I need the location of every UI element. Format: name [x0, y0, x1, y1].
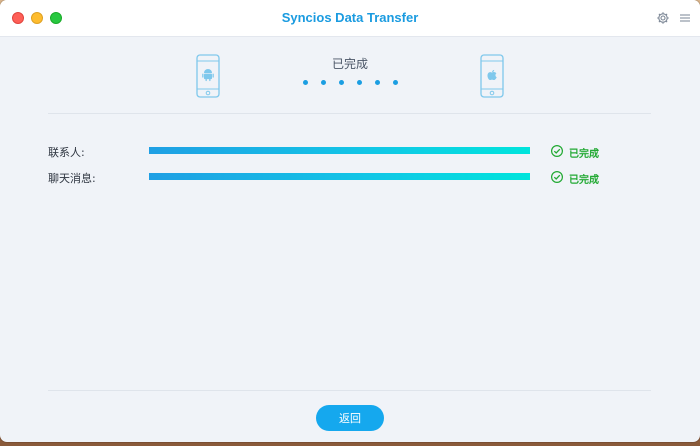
- gear-icon[interactable]: [656, 11, 670, 25]
- progress-dot: [303, 80, 308, 85]
- title-bar: Syncios Data Transfer: [0, 0, 700, 37]
- apple-phone-icon: [480, 54, 504, 98]
- progress-dot: [357, 80, 362, 85]
- app-window: Syncios Data Transfer 已完成 联系人: 已完成 聊天消息:…: [0, 0, 700, 442]
- chat-messages-progress-fill: [149, 173, 530, 180]
- check-circle-icon: [551, 171, 563, 183]
- app-title: Syncios Data Transfer: [281, 10, 419, 25]
- progress-dot: [339, 80, 344, 85]
- back-button[interactable]: 返回: [316, 405, 384, 431]
- android-phone-icon: [196, 54, 220, 98]
- chat-messages-label: 聊天消息:: [48, 172, 96, 185]
- progress-dot: [321, 80, 326, 85]
- hamburger-menu-icon[interactable]: [678, 11, 692, 25]
- progress-dot: [393, 80, 398, 85]
- top-divider: [48, 113, 651, 114]
- bottom-divider: [48, 390, 651, 391]
- contacts-label: 联系人:: [48, 146, 85, 159]
- chat-messages-status: 已完成: [569, 175, 599, 186]
- chat-messages-progress-bar: [149, 173, 530, 180]
- transfer-status-title: 已完成: [331, 57, 368, 71]
- transfer-progress-dots: [303, 80, 399, 86]
- contacts-status: 已完成: [569, 149, 599, 160]
- progress-dot: [375, 80, 380, 85]
- contacts-progress-fill: [149, 147, 530, 154]
- check-circle-icon: [551, 145, 563, 157]
- contacts-progress-bar: [149, 147, 530, 154]
